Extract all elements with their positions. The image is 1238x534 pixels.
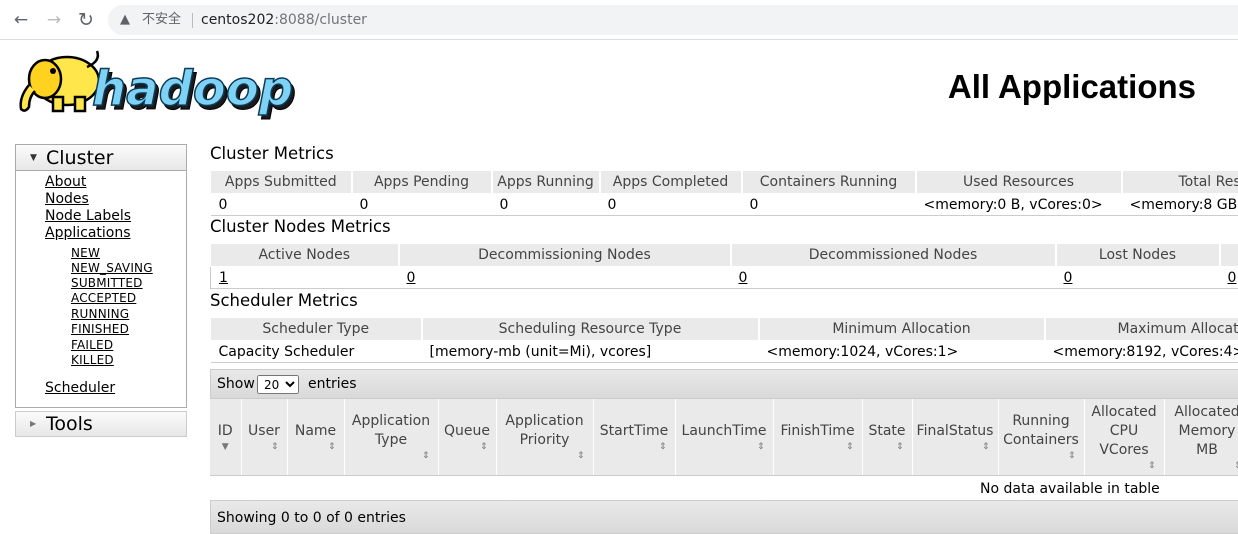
- sort-icon: ⇕: [479, 441, 488, 452]
- col-total-resources: Total Reso: [1121, 170, 1238, 194]
- apps-running-value: 0: [491, 193, 600, 216]
- sort-icon: ⇕: [1067, 451, 1076, 461]
- decommissioned-nodes-link[interactable]: 0: [739, 270, 748, 286]
- active-nodes-link[interactable]: 1: [219, 270, 228, 286]
- table-length-toolbar: Show 20 entries: [210, 369, 1238, 399]
- col-decommissioned-nodes: Decommissioned Nodes: [730, 243, 1057, 267]
- col-apps-pending: Apps Pending: [351, 170, 493, 194]
- scheduler-metrics-value-row: Capacity Scheduler [memory-mb (unit=Mi),…: [210, 340, 1238, 363]
- node-metrics-title: Cluster Nodes Metrics: [210, 217, 391, 236]
- empty-table-message: No data available in table: [210, 475, 1238, 503]
- col-apps-running: Apps Running: [491, 170, 601, 194]
- col-lost-nodes: Lost Nodes: [1055, 243, 1221, 267]
- sort-icon: ⇕: [327, 441, 336, 452]
- apps-completed-value: 0: [599, 193, 742, 216]
- apps-submitted-value: 0: [210, 193, 352, 216]
- sort-icon: ⇕: [845, 441, 854, 452]
- col-unhealthy-nodes: [1219, 243, 1238, 267]
- sort-icon: ⇕: [1147, 460, 1156, 471]
- col-scheduler-type: Scheduler Type: [210, 317, 423, 341]
- minimum-allocation-value: <memory:1024, vCores:1>: [758, 340, 1045, 363]
- col-header-application-type[interactable]: Application Type ⇕: [344, 399, 439, 476]
- col-header-name[interactable]: Name ⇕: [287, 399, 345, 476]
- sort-icon: ⇕: [658, 441, 667, 452]
- sort-icon: ⇕: [895, 441, 904, 452]
- node-metrics-header-row: Active Nodes Decommissioning Nodes Decom…: [210, 243, 1238, 267]
- col-header-finalstatus[interactable]: FinalStatus ⇕: [912, 399, 999, 476]
- col-containers-running: Containers Running: [741, 170, 917, 194]
- col-header-finishtime[interactable]: FinishTime ⇕: [773, 399, 863, 476]
- cluster-metrics-value-row: 0 0 0 0 0 <memory:0 B, vCores:0> <memory…: [210, 193, 1238, 216]
- scheduling-resource-type-value: [memory-mb (unit=Mi), vcores]: [421, 340, 759, 363]
- sort-icon: ⇕: [756, 441, 765, 452]
- table-row: No data available in table: [210, 475, 1238, 503]
- col-header-state[interactable]: State ⇕: [862, 399, 913, 476]
- node-metrics-value-row: 1 0 0 0 0: [210, 266, 1238, 289]
- col-header-allocated-memory-mb[interactable]: Allocated Memory MB ⇕: [1164, 399, 1238, 476]
- col-header-application-priority[interactable]: Application Priority ⇕: [496, 399, 594, 476]
- col-active-nodes: Active Nodes: [210, 243, 400, 267]
- applications-table: ID ▼ User ⇕ Name ⇕ Application Type ⇕ Queue ⇕…: [210, 399, 1238, 503]
- table-info-text: Showing 0 to 0 of 0 entries: [217, 510, 406, 526]
- sort-icon: ⇕: [270, 441, 279, 452]
- col-header-running-containers[interactable]: Running Containers ⇕: [998, 399, 1085, 476]
- entries-label: entries: [308, 376, 357, 392]
- scheduler-type-value: Capacity Scheduler: [210, 340, 422, 363]
- sort-icon: ⇕: [421, 451, 430, 461]
- scheduler-metrics-header-row: Scheduler Type Scheduling Resource Type …: [210, 317, 1238, 341]
- col-maximum-allocation: Maximum Allocat: [1044, 317, 1238, 341]
- sort-icon: ⇕: [576, 451, 585, 461]
- lost-nodes-link[interactable]: 0: [1064, 270, 1073, 286]
- col-decommissioning-nodes: Decommissioning Nodes: [398, 243, 732, 267]
- col-header-allocated-cpu-vcores[interactable]: Allocated CPU VCores ⇕: [1084, 399, 1165, 476]
- col-header-user[interactable]: User ⇕: [241, 399, 288, 476]
- cluster-metrics-title: Cluster Metrics: [210, 144, 334, 163]
- col-header-id[interactable]: ID ▼: [210, 399, 242, 476]
- page-size-select[interactable]: 20: [257, 375, 299, 394]
- unhealthy-nodes-link[interactable]: 0: [1228, 270, 1237, 286]
- col-header-starttime[interactable]: StartTime ⇕: [593, 399, 676, 476]
- content-area: Cluster Metrics Apps Submitted Apps Pend…: [0, 0, 1238, 534]
- col-apps-submitted: Apps Submitted: [210, 170, 353, 194]
- cluster-metrics-table: Apps Submitted Apps Pending Apps Running…: [210, 170, 1238, 216]
- sort-icon: ⇕: [1233, 460, 1238, 471]
- col-minimum-allocation: Minimum Allocation: [758, 317, 1046, 341]
- sort-icon: ⇕: [981, 441, 990, 452]
- col-apps-completed: Apps Completed: [599, 170, 743, 194]
- table-info-footer: Showing 0 to 0 of 0 entries: [210, 500, 1238, 534]
- scheduler-metrics-table: Scheduler Type Scheduling Resource Type …: [210, 317, 1238, 363]
- applications-header-row: ID ▼ User ⇕ Name ⇕ Application Type ⇕ Queue ⇕…: [210, 399, 1238, 476]
- sort-desc-icon: ▼: [221, 441, 229, 452]
- col-header-launchtime[interactable]: LaunchTime ⇕: [675, 399, 774, 476]
- containers-running-value: 0: [741, 193, 916, 216]
- col-scheduling-resource-type: Scheduling Resource Type: [421, 317, 760, 341]
- apps-pending-value: 0: [351, 193, 492, 216]
- scheduler-metrics-title: Scheduler Metrics: [210, 291, 358, 310]
- cluster-metrics-header-row: Apps Submitted Apps Pending Apps Running…: [210, 170, 1238, 194]
- total-resources-value: <memory:8 GB,: [1121, 193, 1238, 216]
- decommissioning-nodes-link[interactable]: 0: [407, 270, 416, 286]
- node-metrics-table: Active Nodes Decommissioning Nodes Decom…: [210, 243, 1238, 289]
- col-used-resources: Used Resources: [915, 170, 1123, 194]
- used-resources-value: <memory:0 B, vCores:0>: [915, 193, 1122, 216]
- maximum-allocation-value: <memory:8192, vCores:4>: [1044, 340, 1238, 363]
- col-header-queue[interactable]: Queue ⇕: [438, 399, 497, 476]
- show-label: Show: [217, 376, 255, 392]
